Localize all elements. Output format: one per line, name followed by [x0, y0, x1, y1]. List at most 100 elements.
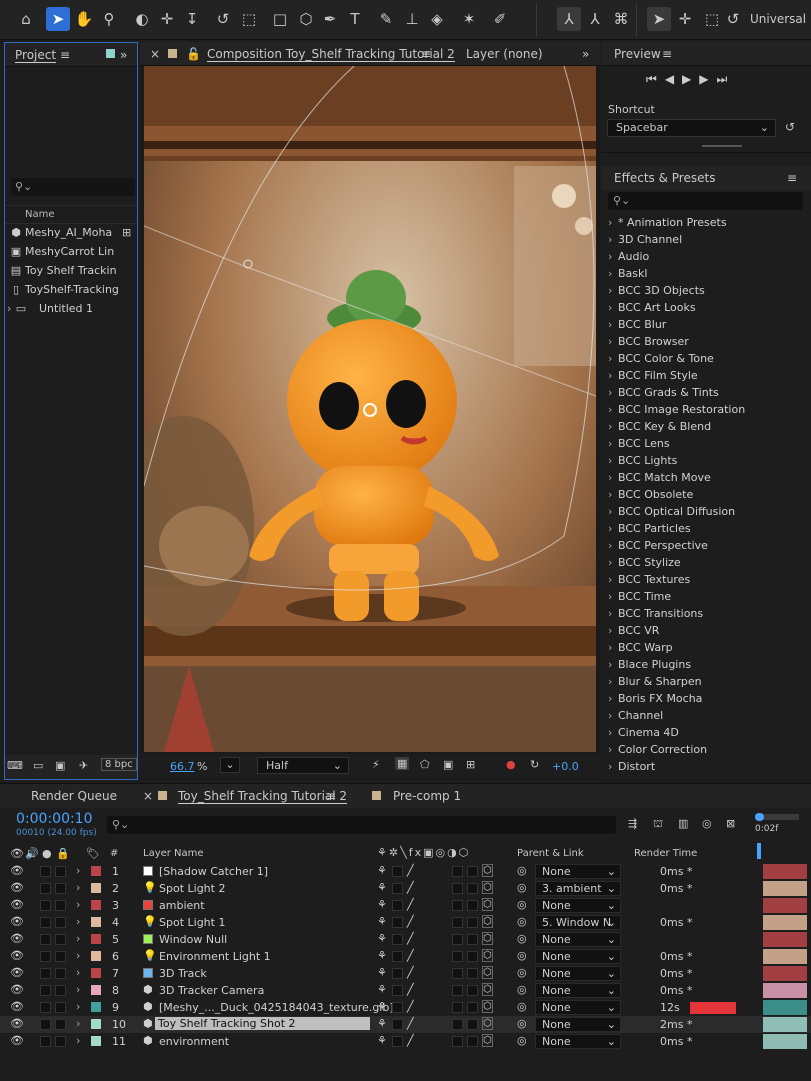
- home-icon[interactable]: ⌂: [14, 7, 38, 31]
- layer-row[interactable]: 👁 › 3 ambient ⚘ ╱ ⬡ ◎ None ⌄: [0, 897, 811, 914]
- switch-box[interactable]: [467, 883, 478, 894]
- menu-icon[interactable]: ≡: [60, 48, 70, 62]
- parent-dropdown[interactable]: None ⌄: [535, 983, 621, 998]
- chevron-right-icon[interactable]: ›: [76, 915, 80, 928]
- solo-toggle[interactable]: [40, 917, 51, 928]
- axis-local-icon[interactable]: ⅄: [557, 7, 581, 31]
- effect-category[interactable]: › BCC Match Move: [608, 471, 711, 484]
- pan-behind-tool-icon[interactable]: ⬚: [237, 7, 261, 31]
- quality-switch-icon[interactable]: ╱: [407, 1034, 414, 1047]
- parent-pick-whip-icon[interactable]: ◎: [517, 983, 527, 996]
- effect-category[interactable]: › BCC VR: [608, 624, 659, 637]
- mask-visibility-icon[interactable]: ⬠: [420, 758, 430, 771]
- switch-box[interactable]: [452, 1036, 463, 1047]
- layer-name[interactable]: Toy Shelf Tracking Shot 2: [155, 1017, 370, 1030]
- exposure-value[interactable]: +0.0: [552, 760, 579, 773]
- chevron-right-icon[interactable]: ›: [76, 864, 80, 877]
- shy-switch-icon[interactable]: ⚘: [377, 898, 387, 911]
- lock-toggle[interactable]: [55, 917, 66, 928]
- effect-category[interactable]: › BCC Key & Blend: [608, 420, 711, 433]
- layer-duration-bar[interactable]: [763, 1034, 807, 1049]
- eye-icon[interactable]: 👁: [10, 915, 24, 928]
- effect-category[interactable]: › Distort: [608, 760, 655, 773]
- shy-switch-icon[interactable]: ⚘: [377, 932, 387, 945]
- layer-duration-bar[interactable]: [763, 932, 807, 947]
- transparency-grid-icon[interactable]: ▦: [395, 757, 410, 770]
- project-search-input[interactable]: ⚲⌄: [11, 178, 135, 196]
- label-color-swatch[interactable]: [91, 866, 101, 876]
- switch-box[interactable]: [452, 883, 463, 894]
- shortcut-dropdown[interactable]: Spacebar ⌄: [607, 119, 776, 137]
- render-time-column-header[interactable]: Render Time: [634, 848, 697, 859]
- switch-box[interactable]: [452, 968, 463, 979]
- shy-switch-icon[interactable]: ⚘: [377, 983, 387, 996]
- switch-box[interactable]: [467, 951, 478, 962]
- number-column-header[interactable]: #: [110, 848, 118, 859]
- layer-row[interactable]: 👁 › 8 ⬢ 3D Tracker Camera ⚘ ╱ ⬡ ◎ None ⌄ 0ms *: [0, 982, 811, 999]
- last-frame-icon[interactable]: ⏭: [717, 72, 736, 86]
- zoom-dropdown[interactable]: ⌄: [220, 757, 240, 773]
- eye-icon[interactable]: 👁: [10, 881, 24, 894]
- effect-category[interactable]: › BCC Lens: [608, 437, 670, 450]
- solo-toggle[interactable]: [40, 1019, 51, 1030]
- parent-dropdown[interactable]: None ⌄: [535, 966, 621, 981]
- label-color-swatch[interactable]: [91, 951, 101, 961]
- parent-pick-whip-icon[interactable]: ◎: [517, 949, 527, 962]
- parent-link-column-header[interactable]: Parent & Link: [517, 848, 584, 859]
- layer-duration-bar[interactable]: [763, 864, 807, 879]
- shy-switch-icon[interactable]: ⚘: [377, 1034, 387, 1047]
- comp-flowchart-icon[interactable]: ⇶: [628, 817, 637, 830]
- panel-resize-handle[interactable]: [702, 145, 742, 147]
- parent-dropdown[interactable]: 5. Window N ⌄: [535, 915, 621, 930]
- effect-category[interactable]: › Blace Plugins: [608, 658, 691, 671]
- layer-name[interactable]: Spot Light 1: [159, 916, 225, 929]
- lock-toggle[interactable]: [55, 866, 66, 877]
- switch-box[interactable]: [452, 917, 463, 928]
- parent-pick-whip-icon[interactable]: ◎: [517, 1000, 527, 1013]
- chevron-right-icon[interactable]: ›: [76, 898, 80, 911]
- layer-row[interactable]: 👁 › 2 💡 Spot Light 2 ⚘ ╱ ⬡ ◎ 3. ambient ⌄ 0ms *: [0, 880, 811, 897]
- audio-icon[interactable]: 🔊: [25, 847, 39, 860]
- brush-tool-icon[interactable]: ✎: [374, 7, 398, 31]
- lock-toggle[interactable]: [55, 1002, 66, 1013]
- label-color-swatch[interactable]: [91, 1019, 101, 1029]
- motion-blur-icon[interactable]: ◎: [702, 817, 712, 830]
- quality-switch-icon[interactable]: ╱: [407, 898, 414, 911]
- snap-icon[interactable]: ⬚: [700, 7, 724, 31]
- effect-category[interactable]: › * Animation Presets: [608, 216, 727, 229]
- comp-timeline-tab[interactable]: Toy_Shelf Tracking Tutorial 2: [178, 789, 348, 804]
- 3d-layer-switch-icon[interactable]: ⬡: [482, 864, 493, 877]
- menu-icon[interactable]: ≡: [326, 789, 336, 803]
- switch-box[interactable]: [452, 951, 463, 962]
- color-channels-icon[interactable]: ●: [506, 758, 516, 771]
- effect-category[interactable]: › Audio: [608, 250, 649, 263]
- effect-category[interactable]: › Baskl: [608, 267, 647, 280]
- 3d-layer-switch-icon[interactable]: ⬡: [482, 1000, 493, 1013]
- layer-duration-bar[interactable]: [763, 1000, 807, 1015]
- lock-toggle[interactable]: [55, 951, 66, 962]
- switch-box[interactable]: [467, 968, 478, 979]
- effect-category[interactable]: › BCC Textures: [608, 573, 690, 586]
- effect-category[interactable]: › BCC Perspective: [608, 539, 708, 552]
- expand-icon[interactable]: »: [120, 48, 127, 62]
- menu-icon[interactable]: ≡: [662, 47, 672, 61]
- solo-toggle[interactable]: [40, 968, 51, 979]
- parent-pick-whip-icon[interactable]: ◎: [517, 1034, 527, 1047]
- effects-tab[interactable]: Effects & Presets: [614, 171, 715, 185]
- quality-switch-icon[interactable]: ╱: [407, 881, 414, 894]
- quality-switch-icon[interactable]: ╱: [407, 949, 414, 962]
- label-color-swatch[interactable]: [91, 1036, 101, 1046]
- close-icon[interactable]: ×: [143, 789, 153, 803]
- layer-name[interactable]: 3D Track: [159, 967, 207, 980]
- layer-duration-bar[interactable]: [763, 983, 807, 998]
- effect-category[interactable]: › BCC Art Looks: [608, 301, 696, 314]
- switch-box[interactable]: [392, 1036, 403, 1047]
- eye-icon[interactable]: 👁: [10, 932, 24, 945]
- layer-duration-bar[interactable]: [763, 898, 807, 913]
- effect-category[interactable]: › BCC Grads & Tints: [608, 386, 719, 399]
- switch-box[interactable]: [452, 866, 463, 877]
- layer-name[interactable]: ambient: [159, 899, 205, 912]
- lock-toggle[interactable]: [55, 883, 66, 894]
- switch-box[interactable]: [392, 1002, 403, 1013]
- layer-name[interactable]: [Shadow Catcher 1]: [159, 865, 268, 878]
